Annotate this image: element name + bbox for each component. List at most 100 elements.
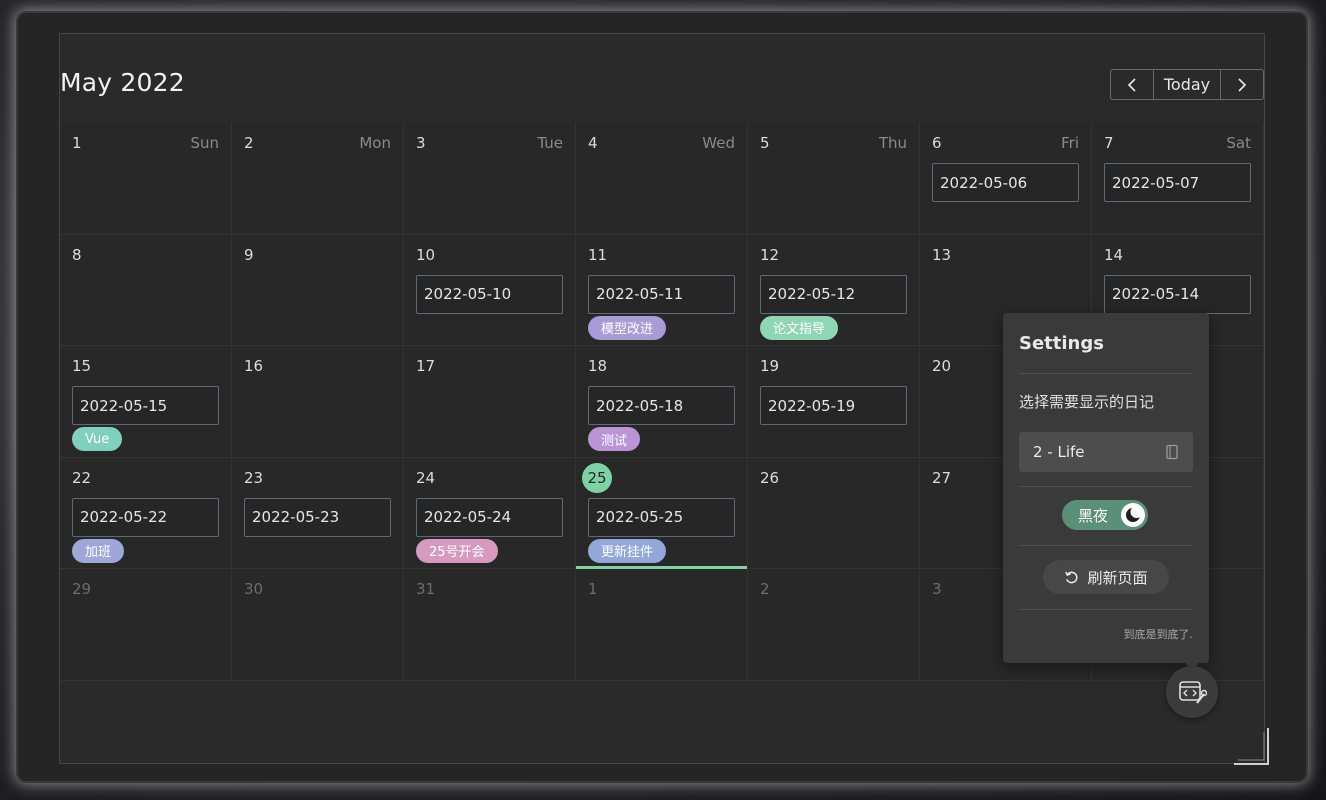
diary-entry[interactable]: 2022-05-23 bbox=[244, 497, 391, 537]
day-number: 17 bbox=[416, 357, 436, 376]
settings-footer: 到底是到底了. bbox=[1123, 628, 1194, 641]
diary-entry[interactable]: 2022-05-24 bbox=[416, 497, 563, 537]
tag-badge[interactable]: 25号开会 bbox=[416, 538, 498, 563]
day-number: 16 bbox=[244, 357, 264, 376]
weekday-label: Wed bbox=[702, 134, 735, 152]
day-number: 27 bbox=[932, 468, 952, 487]
day-cell[interactable]: 31 bbox=[404, 569, 576, 681]
day-number: 4 bbox=[588, 134, 598, 152]
refresh-page-button[interactable]: 刷新页面 bbox=[1043, 560, 1169, 594]
divider bbox=[1019, 486, 1193, 487]
divider bbox=[1019, 545, 1193, 546]
weekday-label: Sun bbox=[190, 134, 219, 152]
day-cell[interactable]: 3 Tue bbox=[404, 123, 576, 235]
day-cell[interactable]: 23 2022-05-23 bbox=[232, 457, 404, 570]
weekday-label: Fri bbox=[1061, 134, 1079, 152]
day-cell[interactable]: 12 2022-05-12 论文指导 bbox=[748, 234, 920, 347]
diary-entry[interactable]: 2022-05-15 bbox=[72, 386, 219, 426]
day-number: 2 bbox=[244, 134, 254, 152]
calendar-nav: Today bbox=[1110, 69, 1264, 100]
day-cell[interactable]: 24 2022-05-24 25号开会 bbox=[404, 457, 576, 570]
resize-handle[interactable] bbox=[1232, 726, 1272, 766]
resize-corner-icon bbox=[1234, 728, 1269, 765]
diary-entry[interactable]: 2022-05-10 bbox=[416, 274, 563, 314]
day-number: 23 bbox=[244, 468, 264, 487]
day-cell[interactable]: 8 bbox=[60, 234, 232, 347]
day-cell[interactable]: 25 2022-05-25 更新挂件 bbox=[576, 457, 748, 570]
diary-entry[interactable]: 2022-05-11 bbox=[588, 274, 735, 314]
day-cell[interactable]: 1 Sun bbox=[60, 123, 232, 235]
tag-badge[interactable]: 模型改进 bbox=[588, 315, 667, 340]
day-number: 5 bbox=[760, 134, 770, 152]
code-settings-icon bbox=[1179, 681, 1207, 704]
tag-badge[interactable]: 论文指导 bbox=[760, 315, 839, 340]
diary-entry[interactable]: 2022-05-06 bbox=[932, 163, 1079, 202]
diary-entry[interactable]: 2022-05-25 bbox=[588, 497, 735, 537]
day-number: 1 bbox=[72, 134, 82, 152]
day-number: 29 bbox=[72, 580, 92, 599]
day-cell[interactable]: 2 Mon bbox=[232, 123, 404, 235]
diary-entry[interactable]: 2022-05-22 bbox=[72, 497, 219, 537]
day-cell[interactable]: 10 2022-05-10 bbox=[404, 234, 576, 347]
chevron-left-icon bbox=[1127, 77, 1136, 92]
tag-badge[interactable]: 加班 bbox=[72, 538, 125, 563]
diary-entry[interactable]: 2022-05-19 bbox=[760, 386, 907, 426]
theme-toggle-label: 黑夜 bbox=[1078, 506, 1109, 525]
tag-badge[interactable]: 测试 bbox=[588, 427, 641, 452]
chevron-right-icon bbox=[1238, 77, 1247, 92]
day-cell[interactable]: 15 2022-05-15 Vue bbox=[60, 346, 232, 458]
notebook-select[interactable]: 2 - Life bbox=[1019, 432, 1193, 472]
notebook-icon bbox=[1166, 444, 1178, 460]
day-cell[interactable]: 22 2022-05-22 加班 bbox=[60, 457, 232, 570]
day-cell[interactable]: 30 bbox=[232, 569, 404, 681]
notebook-label: 选择需要显示的日记 bbox=[1019, 393, 1155, 411]
day-cell[interactable]: 4 Wed bbox=[576, 123, 748, 235]
next-month-button[interactable] bbox=[1221, 70, 1263, 99]
day-cell[interactable]: 6 Fri 2022-05-06 bbox=[920, 123, 1092, 235]
day-cell[interactable]: 1 bbox=[576, 569, 748, 681]
day-number: 7 bbox=[1104, 134, 1114, 152]
day-cell[interactable]: 9 bbox=[232, 234, 404, 347]
settings-popup: Settings 选择需要显示的日记 2 - Life 黑夜 刷新页面 到底是到… bbox=[1003, 313, 1209, 670]
divider bbox=[1019, 609, 1193, 610]
widget-settings-button[interactable] bbox=[1166, 666, 1218, 718]
diary-entry[interactable]: 2022-05-12 bbox=[760, 274, 907, 314]
day-number: 15 bbox=[72, 357, 92, 376]
day-number: 13 bbox=[932, 245, 952, 264]
day-number: 6 bbox=[932, 134, 942, 152]
day-number: 31 bbox=[416, 580, 436, 599]
day-number: 8 bbox=[72, 245, 82, 264]
day-cell[interactable]: 5 Thu bbox=[748, 123, 920, 235]
day-cell[interactable]: 19 2022-05-19 bbox=[748, 346, 920, 458]
diary-entry[interactable]: 2022-05-18 bbox=[588, 386, 735, 426]
calendar-title: May 2022 bbox=[60, 68, 185, 97]
day-number: 9 bbox=[244, 245, 254, 264]
prev-month-button[interactable] bbox=[1111, 70, 1153, 99]
diary-entry[interactable]: 2022-05-14 bbox=[1104, 274, 1251, 314]
theme-toggle[interactable]: 黑夜 bbox=[1062, 500, 1148, 530]
divider bbox=[1019, 373, 1193, 374]
tag-badge[interactable]: 更新挂件 bbox=[588, 538, 667, 563]
day-number: 20 bbox=[932, 357, 952, 376]
day-cell[interactable]: 26 bbox=[748, 457, 920, 570]
refresh-icon bbox=[1065, 571, 1078, 583]
today-button[interactable]: Today bbox=[1153, 70, 1221, 99]
day-cell[interactable]: 18 2022-05-18 测试 bbox=[576, 346, 748, 458]
day-number: 3 bbox=[416, 134, 426, 152]
day-number: 24 bbox=[416, 468, 436, 487]
day-number: 1 bbox=[588, 580, 598, 599]
day-number: 18 bbox=[588, 357, 608, 376]
day-cell[interactable]: 7 Sat 2022-05-07 bbox=[1092, 123, 1264, 235]
tag-badge[interactable]: Vue bbox=[72, 427, 123, 452]
day-cell[interactable]: 17 bbox=[404, 346, 576, 458]
day-number: 12 bbox=[760, 245, 780, 264]
day-cell[interactable]: 11 2022-05-11 模型改进 bbox=[576, 234, 748, 347]
day-number: 11 bbox=[588, 245, 608, 264]
day-cell[interactable]: 16 bbox=[232, 346, 404, 458]
weekday-label: Tue bbox=[537, 134, 563, 152]
weekday-label: Sat bbox=[1226, 134, 1251, 152]
day-number: 10 bbox=[416, 245, 436, 264]
day-cell[interactable]: 29 bbox=[60, 569, 232, 681]
day-cell[interactable]: 2 bbox=[748, 569, 920, 681]
diary-entry[interactable]: 2022-05-07 bbox=[1104, 163, 1251, 202]
